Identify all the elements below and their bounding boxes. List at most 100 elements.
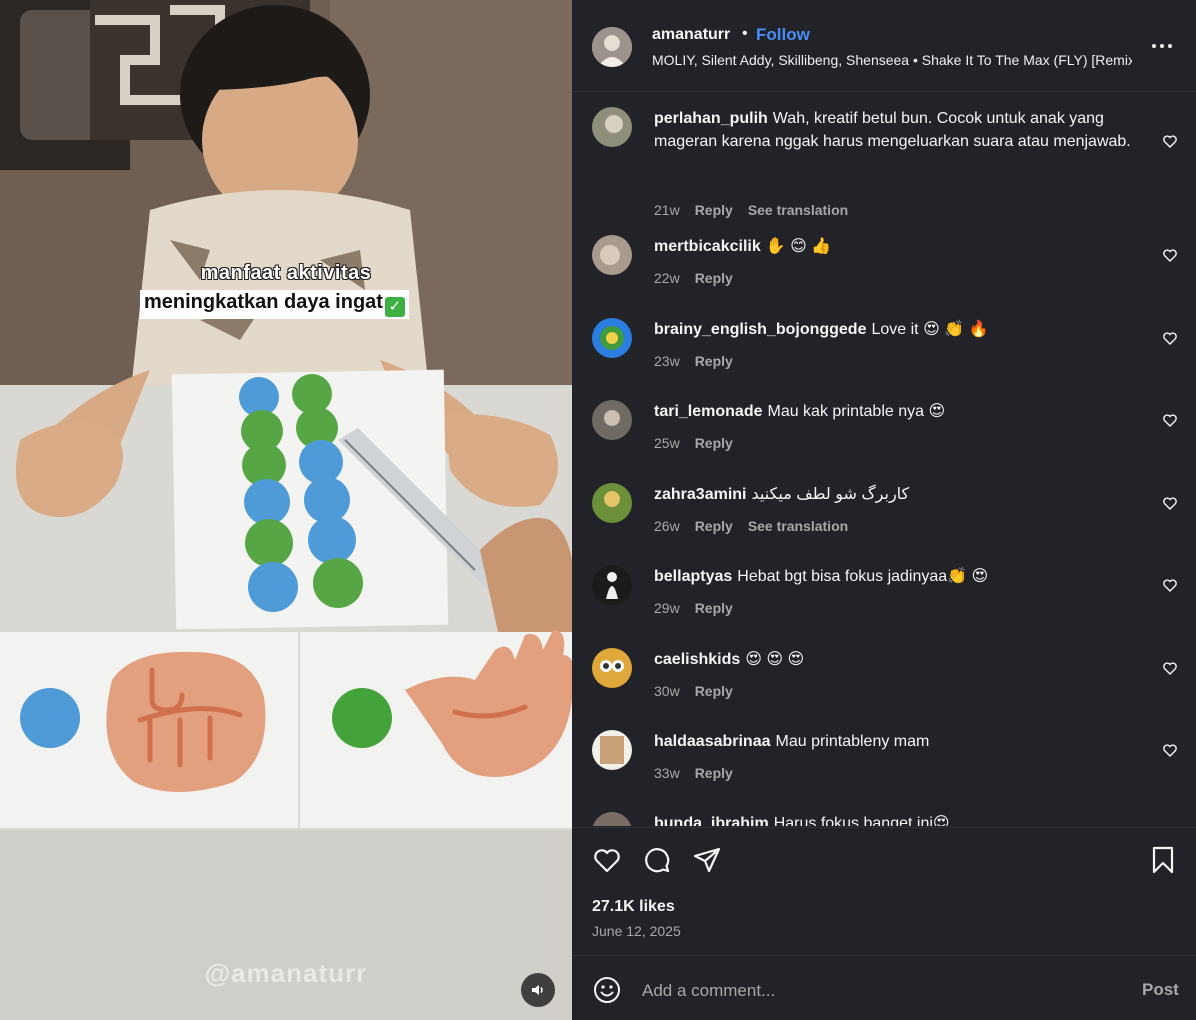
reply-button[interactable]: Reply bbox=[695, 435, 733, 451]
post-side-panel: amanaturr • Follow MOLIY, Silent Addy, S… bbox=[572, 0, 1196, 1020]
commenter-avatar[interactable] bbox=[592, 318, 632, 358]
reply-button[interactable]: Reply bbox=[695, 270, 733, 286]
commenter-username[interactable]: perlahan_pulih bbox=[654, 110, 768, 127]
video-caption-subtitle: meningkatkan daya ingat ✓ bbox=[140, 290, 409, 319]
comment-like-icon[interactable] bbox=[1162, 133, 1178, 149]
video-frame bbox=[0, 0, 572, 1020]
commenter-avatar[interactable] bbox=[592, 483, 632, 523]
comment-time: 22w bbox=[654, 270, 680, 286]
comment-text: 😍 😍 😍 bbox=[745, 651, 805, 668]
post-comment-button[interactable]: Post bbox=[1142, 980, 1179, 1000]
comment-text: Harus fokus banget ini😍 bbox=[773, 815, 950, 826]
comment-time: 33w bbox=[654, 765, 680, 781]
reply-button[interactable]: Reply bbox=[695, 765, 733, 781]
comment-time: 25w bbox=[654, 435, 680, 451]
comment-meta: 25w Reply bbox=[654, 435, 748, 451]
video-player[interactable]: manfaat aktivitas meningkatkan daya inga… bbox=[0, 0, 572, 1020]
commenter-avatar[interactable] bbox=[592, 565, 632, 605]
commenter-username[interactable]: mertbicakcilik bbox=[654, 238, 761, 255]
comment-like-icon[interactable] bbox=[1162, 330, 1178, 346]
see-translation-button[interactable]: See translation bbox=[748, 518, 848, 534]
video-caption-title: manfaat aktivitas bbox=[200, 262, 372, 284]
comment-text: Hebat bgt bisa fokus jadinyaa👏 😍 bbox=[737, 568, 989, 585]
comments-list[interactable]: perlahan_pulih Wah, kreatif betul bun. Co… bbox=[572, 93, 1196, 826]
reply-button[interactable]: Reply bbox=[695, 518, 733, 534]
comment-body: tari_lemonade Mau kak printable nya 😍 bbox=[654, 400, 1144, 423]
comment-body: bunda_ibrahim Harus fokus banget ini😍 bbox=[654, 812, 1144, 826]
comment-body: haldaasabrinaa Mau printableny mam bbox=[654, 730, 1144, 753]
commenter-avatar[interactable] bbox=[592, 235, 632, 275]
mute-button[interactable] bbox=[521, 973, 555, 1007]
comment-time: 23w bbox=[654, 353, 680, 369]
comment-meta: 29w Reply bbox=[654, 600, 748, 616]
comment-meta: 23w Reply bbox=[654, 353, 748, 369]
post-header: amanaturr • Follow MOLIY, Silent Addy, S… bbox=[572, 0, 1196, 92]
speaker-icon bbox=[532, 985, 543, 995]
comment-like-icon[interactable] bbox=[1162, 577, 1178, 593]
comment-time: 29w bbox=[654, 600, 680, 616]
commenter-avatar[interactable] bbox=[592, 400, 632, 440]
comment-meta: 21w Reply See translation bbox=[654, 202, 863, 218]
author-username[interactable]: amanaturr bbox=[652, 26, 730, 44]
comment-meta: 33w Reply bbox=[654, 765, 748, 781]
header-separator: • bbox=[742, 25, 748, 42]
commenter-username[interactable]: zahra3amini bbox=[654, 486, 746, 503]
commenter-avatar[interactable] bbox=[592, 730, 632, 770]
author-avatar-image bbox=[592, 27, 632, 67]
commenter-username[interactable]: bellaptyas bbox=[654, 568, 732, 585]
video-caption-subtitle-text: meningkatkan daya ingat bbox=[144, 291, 383, 313]
emoji-icon[interactable] bbox=[592, 975, 622, 1005]
commenter-avatar[interactable] bbox=[592, 648, 632, 688]
reply-button[interactable]: Reply bbox=[695, 353, 733, 369]
comment-like-icon[interactable] bbox=[1162, 412, 1178, 428]
heart-icon[interactable] bbox=[592, 845, 622, 875]
reply-button[interactable]: Reply bbox=[695, 600, 733, 616]
commenter-username[interactable]: caelishkids bbox=[654, 651, 740, 668]
reply-button[interactable]: Reply bbox=[695, 202, 733, 218]
video-watermark: @amanaturr bbox=[204, 958, 368, 988]
bookmark-icon[interactable] bbox=[1148, 845, 1178, 875]
author-avatar[interactable] bbox=[592, 27, 632, 67]
comment-time: 30w bbox=[654, 683, 680, 699]
comment-meta: 26w Reply See translation bbox=[654, 518, 863, 534]
comment-body: bellaptyas Hebat bgt bisa fokus jadinyaa👏… bbox=[654, 565, 1144, 588]
commenter-username[interactable]: haldaasabrinaa bbox=[654, 733, 771, 750]
audio-track-link[interactable]: MOLIY, Silent Addy, Skillibeng, Shenseea… bbox=[652, 52, 1132, 68]
commenter-avatar[interactable] bbox=[592, 107, 632, 147]
comment-like-icon[interactable] bbox=[1162, 495, 1178, 511]
commenter-username[interactable]: bunda_ibrahim bbox=[654, 815, 769, 826]
comment-body: brainy_english_bojonggede Love it 😍 👏 🔥 bbox=[654, 318, 1144, 341]
post-date: June 12, 2025 bbox=[592, 923, 681, 939]
comment-like-icon[interactable] bbox=[1162, 660, 1178, 676]
commenter-avatar[interactable] bbox=[592, 812, 632, 826]
comment-body: perlahan_pulih Wah, kreatif betul bun. Co… bbox=[654, 107, 1144, 153]
commenter-username[interactable]: tari_lemonade bbox=[654, 403, 762, 420]
add-comment-input[interactable] bbox=[642, 976, 1122, 1006]
comment-like-icon[interactable] bbox=[1162, 742, 1178, 758]
comment-text: کاربرگ شو لطف میکنید bbox=[751, 486, 910, 503]
comment-like-icon[interactable] bbox=[1162, 824, 1178, 826]
comment-meta: 30w Reply bbox=[654, 683, 748, 699]
avatar-fill bbox=[592, 812, 632, 826]
comment-text: Love it 😍 👏 🔥 bbox=[871, 321, 989, 338]
more-options-icon[interactable] bbox=[1148, 36, 1176, 56]
comment-time: 21w bbox=[654, 202, 680, 218]
comment-icon[interactable] bbox=[642, 845, 672, 875]
commenter-username[interactable]: brainy_english_bojonggede bbox=[654, 321, 866, 338]
follow-button[interactable]: Follow bbox=[756, 25, 810, 45]
comment-body: zahra3amini کاربرگ شو لطف میکنید bbox=[654, 483, 1144, 506]
comment-meta: 22w Reply bbox=[654, 270, 748, 286]
post-actions: 27.1K likes June 12, 2025 Post bbox=[572, 827, 1196, 1020]
comment-like-icon[interactable] bbox=[1162, 247, 1178, 263]
comment-text: ✋ 😊 👍 bbox=[765, 238, 832, 255]
see-translation-button[interactable]: See translation bbox=[748, 202, 848, 218]
comment-time: 26w bbox=[654, 518, 680, 534]
avatar-fill bbox=[600, 736, 624, 764]
comment-body: caelishkids 😍 😍 😍 bbox=[654, 648, 1144, 671]
share-icon[interactable] bbox=[692, 845, 722, 875]
reply-button[interactable]: Reply bbox=[695, 683, 733, 699]
comment-text: Mau printableny mam bbox=[775, 733, 930, 750]
likes-count[interactable]: 27.1K likes bbox=[592, 898, 675, 916]
comment-text: Mau kak printable nya 😍 bbox=[767, 403, 946, 420]
check-mark-icon: ✓ bbox=[384, 297, 405, 317]
